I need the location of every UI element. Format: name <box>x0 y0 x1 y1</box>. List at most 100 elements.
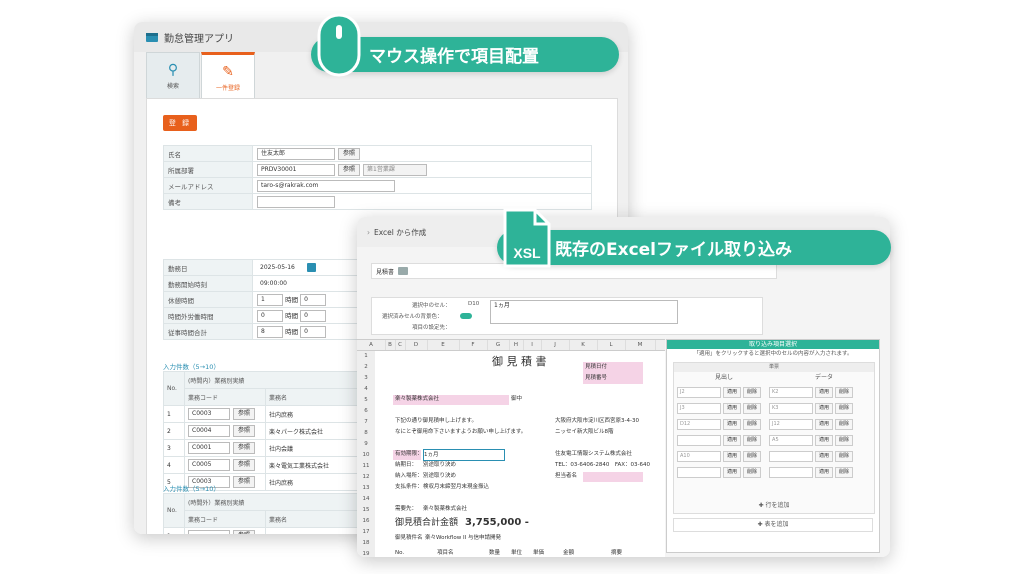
delete-button[interactable]: 削除 <box>835 434 854 446</box>
row-header[interactable]: 19 <box>357 549 375 557</box>
cell-text: 楽々製薬株式会社 <box>395 396 440 402</box>
calendar-icon[interactable] <box>307 263 316 272</box>
excel-body: 見積書 選択中のセル： D10 1ヵ月 選択済みセルの背景色： 項目の設定先： … <box>357 247 890 557</box>
delete-button[interactable]: 削除 <box>743 386 762 398</box>
heading-cell-input[interactable]: J3 <box>677 402 721 414</box>
apply-button[interactable]: 適用 <box>723 386 742 398</box>
date-input[interactable]: 2025-05-16 <box>257 262 303 273</box>
delete-button[interactable]: 削除 <box>743 418 762 430</box>
heading-cell-input[interactable]: J2 <box>677 386 721 398</box>
name-input[interactable]: 住友太郎 <box>257 147 335 160</box>
apply-button[interactable]: 適用 <box>815 466 834 478</box>
total-value: 3,755,000 - <box>465 517 529 528</box>
column-header[interactable]: L <box>597 340 626 350</box>
register-button[interactable]: 登 録 <box>163 115 197 131</box>
delete-button[interactable]: 削除 <box>835 466 854 478</box>
apply-button[interactable]: 適用 <box>723 402 742 414</box>
section-label: 単票 <box>674 363 874 372</box>
heading-cell-input[interactable]: A10 <box>677 450 721 462</box>
cell-text: 検収月末締翌月末現金振込 <box>423 484 490 490</box>
ref-button[interactable]: 参照 <box>233 425 256 437</box>
cell-text: 支払条件： <box>395 484 423 490</box>
dept-input[interactable]: PRDV30001 <box>257 163 335 176</box>
note-input[interactable] <box>257 195 335 208</box>
cell-text: 楽々製薬株式会社 <box>423 506 468 512</box>
column-header[interactable]: A <box>357 340 386 350</box>
cell-text: なにとぞ御用命下さいますようお願い申し上げます。 <box>395 429 527 435</box>
hours-input[interactable]: 8 <box>257 325 283 338</box>
data-cell-input[interactable]: K2 <box>769 386 814 398</box>
apply-button[interactable]: 適用 <box>815 402 834 414</box>
ref-button[interactable]: 参照 <box>233 459 256 471</box>
ref-button[interactable]: 参照 <box>233 408 256 420</box>
apply-button[interactable]: 適用 <box>723 418 742 430</box>
minutes-input[interactable]: 0 <box>300 325 327 338</box>
ref-button[interactable]: 参照 <box>338 147 361 160</box>
column-header[interactable]: M <box>625 340 656 350</box>
data-cell-input[interactable] <box>769 466 814 478</box>
single-form-section: 単票 見出し データ J2 適用 削除 K2 適用 削除 J3 適用 削除 K3 適用 削除 D12 適用… <box>673 362 875 514</box>
tab-search-label: 検索 <box>166 82 179 90</box>
data-cell-input[interactable]: A5 <box>769 434 814 446</box>
apply-button[interactable]: 適用 <box>815 386 834 398</box>
cell-text: TEL：03-6406-2840 FAX：03-640 <box>555 462 651 468</box>
delete-button[interactable]: 削除 <box>835 418 854 430</box>
hours-input[interactable]: 1 <box>257 293 283 306</box>
section-title-overtime: 入力件数（5→10） <box>163 485 220 493</box>
excel-badge-text: 既存のExcelファイル取り込み <box>555 240 793 260</box>
column-header[interactable]: E <box>427 340 460 350</box>
tab-register[interactable]: ✎ 一件登録 <box>201 52 255 102</box>
delete-button[interactable]: 削除 <box>835 450 854 462</box>
data-cell-input[interactable]: J12 <box>769 418 814 430</box>
delete-button[interactable]: 削除 <box>743 402 762 414</box>
basic-info-form: 氏名 住友太郎 参照 所属部署 PRDV30001 参照 第1営業課 メールアドレス … <box>163 145 592 210</box>
add-row-button[interactable]: ✚ 行を追加 <box>674 500 874 509</box>
column-header[interactable]: D <box>405 340 428 350</box>
apply-button[interactable]: 適用 <box>815 434 834 446</box>
cell-text: 別途取り決め <box>423 473 457 479</box>
excel-window-title: Excel から作成 <box>374 227 427 237</box>
delete-button[interactable]: 削除 <box>835 402 854 414</box>
column-header[interactable]: G <box>487 340 510 350</box>
column-header[interactable]: H <box>509 340 524 350</box>
data-cell-input[interactable] <box>769 450 814 462</box>
tab-search[interactable]: ⚲ 検索 <box>146 52 200 100</box>
apply-button[interactable]: 適用 <box>723 434 742 446</box>
spreadsheet-grid[interactable]: ABCDEFGHIJKLM 1 2 3 4 5 6 7 8 9 10 11 12 13 14 15 16 17 1… <box>357 339 665 557</box>
email-field[interactable]: taro-s@rakrak.com <box>257 179 395 192</box>
column-header[interactable]: F <box>459 340 488 350</box>
minutes-input[interactable]: 0 <box>300 309 327 322</box>
delete-button[interactable]: 削除 <box>743 450 762 462</box>
heading-cell-input[interactable]: D12 <box>677 418 721 430</box>
hours-input[interactable]: 0 <box>257 309 283 322</box>
column-header[interactable]: K <box>569 340 598 350</box>
delete-button[interactable]: 削除 <box>835 386 854 398</box>
heading-cell-input[interactable] <box>677 466 721 478</box>
apply-button[interactable]: 適用 <box>723 450 742 462</box>
column-header[interactable]: I <box>523 340 542 350</box>
unit-label: 時間 <box>285 327 299 336</box>
xsl-icon-label: XSL <box>513 245 541 261</box>
cell-text: 見積番号 <box>585 375 608 381</box>
tab-register-label: 一件登録 <box>215 84 240 92</box>
selected-cell-value[interactable]: 1ヵ月 <box>490 300 678 324</box>
minutes-input[interactable]: 0 <box>300 293 327 306</box>
apply-button[interactable]: 適用 <box>815 418 834 430</box>
ref-button[interactable]: 参照 <box>233 442 256 454</box>
ref-button[interactable]: 参照 <box>233 530 256 534</box>
apply-button[interactable]: 適用 <box>723 466 742 478</box>
cell-text: 御中 <box>511 396 523 402</box>
apply-button[interactable]: 適用 <box>815 450 834 462</box>
cell-text: ニッセイ新大阪ビル8階 <box>555 429 614 435</box>
ref-button[interactable]: 参照 <box>338 163 361 176</box>
sheet-select[interactable]: 見積書 <box>371 263 777 279</box>
heading-cell-input[interactable] <box>677 434 721 446</box>
delete-button[interactable]: 削除 <box>743 434 762 446</box>
ref-button[interactable]: 参照 <box>233 476 256 488</box>
bg-color-toggle[interactable] <box>460 313 472 319</box>
add-table-button[interactable]: ✚ 表を追加 <box>673 518 873 532</box>
data-cell-input[interactable]: K3 <box>769 402 814 414</box>
column-header[interactable]: J <box>541 340 570 350</box>
delete-button[interactable]: 削除 <box>743 466 762 478</box>
start-time-input[interactable]: 09:00:00 <box>257 278 303 289</box>
